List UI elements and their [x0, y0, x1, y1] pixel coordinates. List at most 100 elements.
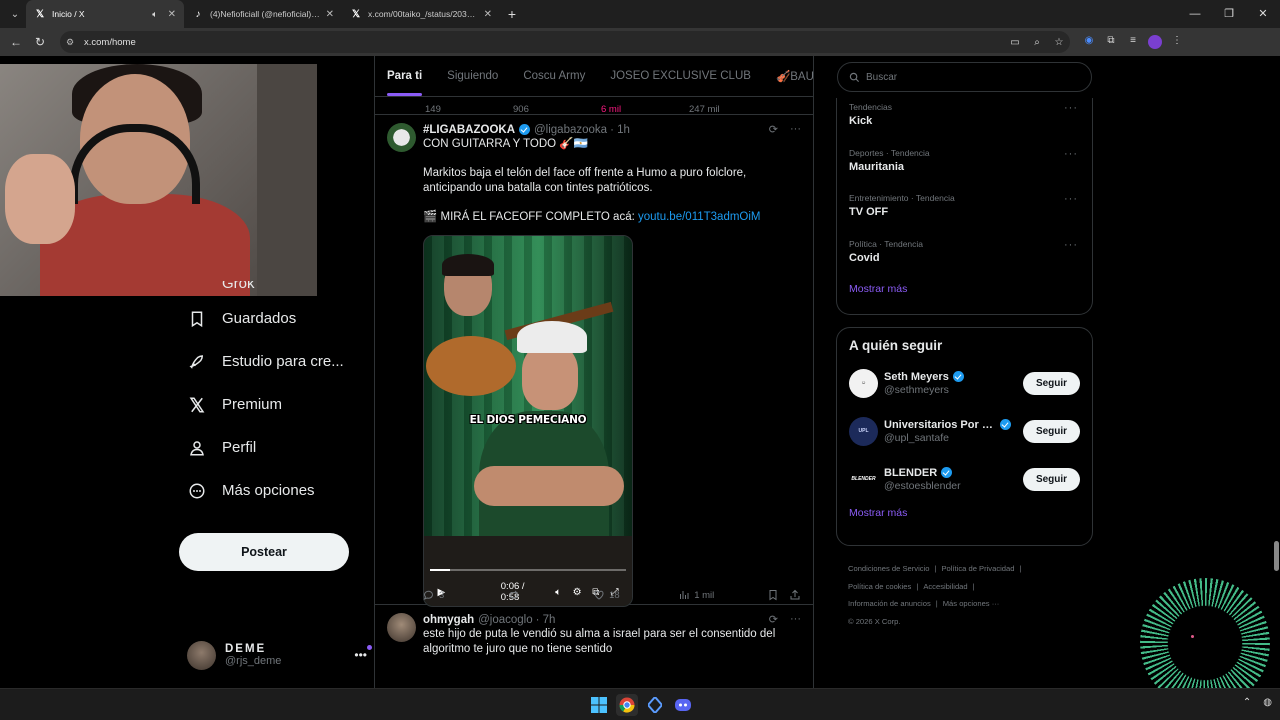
restore-icon[interactable]: ❐: [1212, 0, 1246, 28]
close-tab-icon[interactable]: ✕: [168, 9, 176, 20]
extension-icon[interactable]: ◉: [1078, 35, 1100, 49]
grok-icon[interactable]: ⟳: [769, 613, 778, 626]
discord-icon[interactable]: [672, 694, 694, 716]
follow-suggestion[interactable]: ☺ Seth Meyers @sethmeyers Seguir: [837, 359, 1092, 407]
close-tab-icon[interactable]: ✕: [484, 9, 492, 20]
account-name: DEME: [225, 643, 267, 655]
trend-name: Mauritania: [849, 160, 905, 173]
windows-start-icon[interactable]: [588, 694, 610, 716]
repost-button[interactable]: [508, 589, 593, 601]
tab-para-ti[interactable]: Para ti: [387, 70, 423, 96]
view-count[interactable]: 247 mil: [689, 105, 777, 114]
footer-link-terms[interactable]: Condiciones de Servicio: [848, 564, 929, 573]
trend-item[interactable]: Política · Tendencia Covid ···: [837, 235, 1092, 281]
tweet-author-handle[interactable]: @joacoglo: [478, 614, 533, 626]
tweet-time[interactable]: · 7h: [536, 614, 556, 626]
cast-icon[interactable]: ▭: [1004, 37, 1026, 48]
browser-tab-2[interactable]: ♪ (4)Nefioficiall (@nefioficial) | TikTo…: [184, 0, 342, 28]
like-count[interactable]: 6 mil: [601, 105, 689, 114]
grok-icon[interactable]: ⟳: [769, 123, 778, 136]
tweet-author-name[interactable]: ohmygah: [423, 614, 474, 626]
close-tab-icon[interactable]: ✕: [326, 9, 334, 20]
more-dots-icon[interactable]: •••: [354, 645, 372, 662]
scrollbar-thumb[interactable]: [1274, 541, 1279, 571]
footer-link-privacy[interactable]: Política de Privacidad: [941, 564, 1014, 573]
kebab-menu-icon[interactable]: ⋮: [1166, 35, 1188, 49]
tab-search-chevron-icon[interactable]: ⌄: [4, 4, 26, 24]
follow-button[interactable]: Seguir: [1023, 467, 1080, 491]
footer-link-more[interactable]: Más opciones ···: [943, 599, 1000, 608]
tweet-link[interactable]: youtu.be/011T3admOiM: [638, 211, 761, 223]
tab-joseo[interactable]: JOSEO EXCLUSIVE CLUB: [610, 70, 751, 82]
verified-badge-icon: [1000, 419, 1011, 430]
trends-show-more-link[interactable]: Mostrar más: [837, 280, 1092, 298]
follow-button[interactable]: Seguir: [1023, 419, 1080, 443]
trend-item[interactable]: Deportes · Tendencia Mauritania ···: [837, 144, 1092, 190]
zoom-icon[interactable]: ⌕: [1026, 37, 1048, 48]
avatar[interactable]: [387, 123, 416, 152]
video-progress[interactable]: [430, 569, 626, 571]
reading-list-icon[interactable]: ≡: [1122, 35, 1144, 49]
reply-button[interactable]: 3: [423, 589, 508, 601]
speaker-icon[interactable]: 🔈︎: [152, 9, 157, 20]
tweet-author-name[interactable]: #LIGABAZOOKA: [423, 124, 515, 136]
trend-more-icon[interactable]: ···: [1064, 193, 1078, 205]
nav-premium[interactable]: Premium: [178, 383, 368, 426]
tweet-more-icon[interactable]: ···: [790, 123, 801, 136]
reply-count[interactable]: 149: [425, 105, 513, 114]
tweet[interactable]: ohmygah @joacoglo · 7h ⟳ ··· este hijo d…: [375, 605, 813, 665]
like-button[interactable]: 18: [593, 589, 678, 601]
trend-more-icon[interactable]: ···: [1064, 148, 1078, 160]
video-progress-fill: [430, 569, 450, 571]
nav-profile[interactable]: Perfil: [178, 426, 368, 469]
page-scrollbar[interactable]: [1272, 56, 1280, 688]
trend-item[interactable]: Tendencias Kick ···: [837, 98, 1092, 144]
footer-link-accessibility[interactable]: Accesibilidad: [923, 582, 967, 591]
discord-tray-icon[interactable]: ◍: [1263, 697, 1272, 708]
tab-baulo[interactable]: 🎻BAULO C: [776, 69, 813, 83]
follow-suggestion[interactable]: UPL Universitarios Por L... @upl_santafe…: [837, 407, 1092, 455]
back-icon[interactable]: ←: [4, 35, 28, 49]
tweet-time[interactable]: · 1h: [610, 124, 630, 136]
grok-nav-partial[interactable]: Grok: [178, 281, 368, 297]
account-switcher[interactable]: DEME @rjs_deme •••: [187, 639, 372, 671]
views-button[interactable]: 1 mil: [678, 589, 767, 601]
video-player[interactable]: EL DIOS PEMECIANO ▶ 0:06 / 0:58 🔈︎ ⚙ ⧉ ⤢: [423, 235, 633, 607]
follow-button[interactable]: Seguir: [1023, 371, 1080, 395]
close-window-icon[interactable]: ✕: [1246, 0, 1280, 28]
trend-more-icon[interactable]: ···: [1064, 239, 1078, 251]
puzzle-icon[interactable]: ⧉: [1100, 35, 1122, 49]
tab-coscu-army[interactable]: Coscu Army: [523, 70, 585, 82]
search-input[interactable]: Buscar: [837, 62, 1092, 92]
app-diamond-icon[interactable]: [644, 694, 666, 716]
site-info-icon[interactable]: ⚙: [66, 37, 80, 48]
bookmark-star-icon[interactable]: ☆: [1048, 37, 1070, 48]
bookmark-button[interactable]: [767, 589, 789, 601]
minimize-icon[interactable]: —: [1178, 0, 1212, 28]
tray-chevron-icon[interactable]: ⌃: [1243, 697, 1251, 708]
share-button[interactable]: [789, 589, 801, 601]
tab-siguiendo[interactable]: Siguiendo: [447, 70, 498, 82]
post-button[interactable]: Postear: [179, 533, 349, 571]
avatar[interactable]: [387, 613, 416, 642]
chrome-icon[interactable]: [616, 694, 638, 716]
trend-more-icon[interactable]: ···: [1064, 102, 1078, 114]
browser-tab-1[interactable]: 𝕏 Inicio / X 🔈︎ ✕: [26, 0, 184, 28]
follow-suggestion[interactable]: BLENDER BLENDER @estoesblender Seguir: [837, 455, 1092, 503]
footer-link-cookies[interactable]: Política de cookies: [848, 582, 911, 591]
tweet-author-handle[interactable]: @ligabazooka: [534, 124, 607, 136]
trend-item[interactable]: Entretenimiento · Tendencia TV OFF ···: [837, 189, 1092, 235]
nav-bookmarks[interactable]: Guardados: [178, 297, 368, 340]
url-field[interactable]: ⚙ x.com/home ▭ ⌕ ☆: [60, 31, 1070, 53]
footer-link-ads-info[interactable]: Información de anuncios: [848, 599, 931, 608]
nav-creator-studio[interactable]: Estudio para cre...: [178, 340, 368, 383]
tweet[interactable]: #LIGABAZOOKA @ligabazooka · 1h ⟳ ··· CON…: [375, 115, 813, 607]
nav-more-options[interactable]: Más opciones: [178, 469, 368, 512]
browser-tab-3[interactable]: 𝕏 x.com/00taiko_/status/203769... ✕: [342, 0, 500, 28]
new-tab-button[interactable]: +: [500, 6, 524, 22]
repost-count[interactable]: 906: [513, 105, 601, 114]
follow-show-more-link[interactable]: Mostrar más: [837, 503, 1092, 522]
profile-avatar-icon[interactable]: [1148, 35, 1162, 49]
reload-icon[interactable]: ↻: [28, 35, 52, 49]
tweet-more-icon[interactable]: ···: [790, 613, 801, 626]
